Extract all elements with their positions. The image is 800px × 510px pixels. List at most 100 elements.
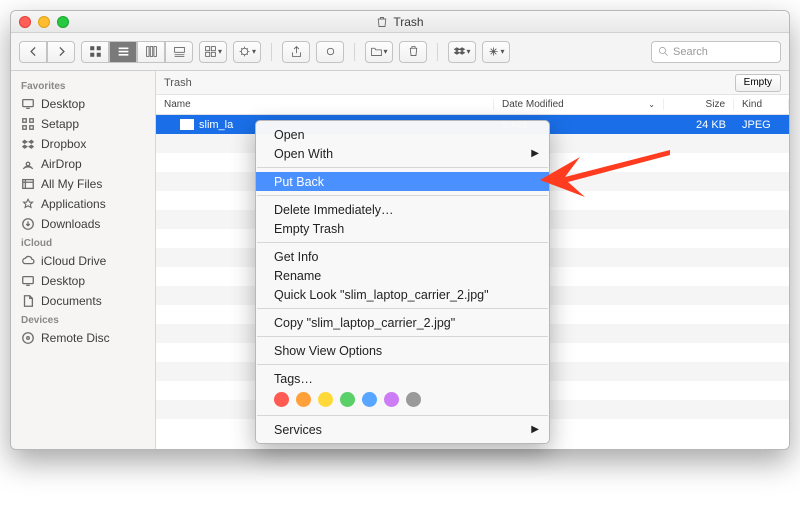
tag-color-dot[interactable] xyxy=(296,392,311,407)
sidebar-item-label: AirDrop xyxy=(41,157,82,171)
menu-item-label: Get Info xyxy=(274,250,318,264)
sidebar-item-label: Downloads xyxy=(41,217,100,231)
sidebar-item-label: Remote Disc xyxy=(41,331,110,345)
misc-toolbar-button[interactable]: ▾ xyxy=(482,41,510,63)
forward-button[interactable] xyxy=(47,41,75,63)
sidebar-item-airdrop[interactable]: AirDrop xyxy=(11,154,155,174)
file-name: slim_la xyxy=(199,119,233,131)
menu-item-delete-immediately[interactable]: Delete Immediately… xyxy=(256,200,549,219)
titlebar: Trash xyxy=(11,11,789,33)
file-kind: JPEG xyxy=(734,119,789,131)
dropbox-toolbar-button[interactable]: ▾ xyxy=(448,41,476,63)
sidebar-item-desktop[interactable]: Desktop xyxy=(11,271,155,291)
menu-item-show-view-options[interactable]: Show View Options xyxy=(256,341,549,360)
search-input[interactable]: Search xyxy=(651,41,781,63)
sidebar-item-downloads[interactable]: Downloads xyxy=(11,214,155,234)
file-size: 24 KB xyxy=(664,119,734,131)
view-group xyxy=(81,41,193,63)
tags-button[interactable] xyxy=(316,41,344,63)
sidebar-item-label: Desktop xyxy=(41,274,85,288)
sidebar-item-label: Applications xyxy=(41,197,106,211)
action-button[interactable]: ▾ xyxy=(233,41,261,63)
window-controls xyxy=(19,16,69,28)
arrange-button[interactable]: ▾ xyxy=(199,41,227,63)
sidebar-item-desktop[interactable]: Desktop xyxy=(11,94,155,114)
tag-color-dot[interactable] xyxy=(406,392,421,407)
sidebar-item-setapp[interactable]: Setapp xyxy=(11,114,155,134)
menu-tags-row xyxy=(256,388,549,411)
coverflow-view-button[interactable] xyxy=(165,41,193,63)
sidebar-item-label: Documents xyxy=(41,294,102,308)
empty-trash-button[interactable]: Empty xyxy=(735,74,781,92)
desktop-icon xyxy=(21,97,35,111)
submenu-arrow-icon: ▶ xyxy=(531,424,539,435)
menu-item-copy-slim-laptop-carrier-2-jpg[interactable]: Copy "slim_laptop_carrier_2.jpg" xyxy=(256,313,549,332)
sidebar-item-applications[interactable]: Applications xyxy=(11,194,155,214)
menu-separator xyxy=(257,364,548,365)
list-view-button[interactable] xyxy=(109,41,137,63)
sidebar-item-label: Desktop xyxy=(41,97,85,111)
menu-item-label: Delete Immediately… xyxy=(274,203,394,217)
menu-item-tags[interactable]: Tags… xyxy=(256,369,549,388)
tag-color-dot[interactable] xyxy=(384,392,399,407)
menu-separator xyxy=(257,167,548,168)
tag-color-dot[interactable] xyxy=(340,392,355,407)
menu-item-open-with[interactable]: Open With▶ xyxy=(256,144,549,163)
sidebar-item-label: All My Files xyxy=(41,177,102,191)
downloads-icon xyxy=(21,217,35,231)
nav-group xyxy=(19,41,75,63)
sidebar-item-dropbox[interactable]: Dropbox xyxy=(11,134,155,154)
share-button[interactable] xyxy=(282,41,310,63)
grid-icon xyxy=(21,117,35,131)
disc-icon xyxy=(21,331,35,345)
submenu-arrow-icon: ▶ xyxy=(531,148,539,159)
sidebar-item-all-my-files[interactable]: All My Files xyxy=(11,174,155,194)
close-window-button[interactable] xyxy=(19,16,31,28)
zoom-window-button[interactable] xyxy=(57,16,69,28)
tag-color-dot[interactable] xyxy=(274,392,289,407)
menu-item-empty-trash[interactable]: Empty Trash xyxy=(256,219,549,238)
tag-color-dot[interactable] xyxy=(318,392,333,407)
column-date[interactable]: Date Modified⌄ xyxy=(494,99,664,110)
column-kind[interactable]: Kind xyxy=(734,99,789,110)
menu-separator xyxy=(257,242,548,243)
sidebar-header: Favorites xyxy=(11,77,155,94)
annotation-arrow xyxy=(540,145,670,210)
menu-item-label: Copy "slim_laptop_carrier_2.jpg" xyxy=(274,316,455,330)
menu-item-label: Quick Look "slim_laptop_carrier_2.jpg" xyxy=(274,288,489,302)
sort-indicator-icon: ⌄ xyxy=(648,100,655,109)
new-folder-button[interactable]: ▾ xyxy=(365,41,393,63)
sidebar-item-icloud-drive[interactable]: iCloud Drive xyxy=(11,251,155,271)
menu-item-label: Show View Options xyxy=(274,344,382,358)
column-name[interactable]: Name xyxy=(156,99,494,110)
menu-separator xyxy=(257,308,548,309)
sidebar-item-documents[interactable]: Documents xyxy=(11,291,155,311)
sidebar-item-label: Setapp xyxy=(41,117,79,131)
back-button[interactable] xyxy=(19,41,47,63)
doc-icon xyxy=(21,294,35,308)
apps-icon xyxy=(21,197,35,211)
minimize-window-button[interactable] xyxy=(38,16,50,28)
tag-color-dot[interactable] xyxy=(362,392,377,407)
menu-item-label: Rename xyxy=(274,269,321,283)
location-bar: Trash Empty xyxy=(156,71,789,95)
menu-item-services[interactable]: Services▶ xyxy=(256,420,549,439)
menu-item-rename[interactable]: Rename xyxy=(256,266,549,285)
icon-view-button[interactable] xyxy=(81,41,109,63)
allfiles-icon xyxy=(21,177,35,191)
menu-item-put-back[interactable]: Put Back xyxy=(256,172,549,191)
cloud-icon xyxy=(21,254,35,268)
menu-item-get-info[interactable]: Get Info xyxy=(256,247,549,266)
location-label: Trash xyxy=(164,77,192,89)
menu-item-open[interactable]: Open xyxy=(256,125,549,144)
delete-button[interactable] xyxy=(399,41,427,63)
column-view-button[interactable] xyxy=(137,41,165,63)
search-icon xyxy=(658,46,669,57)
sidebar-item-remote-disc[interactable]: Remote Disc xyxy=(11,328,155,348)
menu-separator xyxy=(257,336,548,337)
menu-item-label: Put Back xyxy=(274,175,324,189)
menu-item-label: Empty Trash xyxy=(274,222,344,236)
sidebar-header: Devices xyxy=(11,311,155,328)
column-size[interactable]: Size xyxy=(664,99,734,110)
menu-item-quick-look-slim-laptop-carrier-2-jpg[interactable]: Quick Look "slim_laptop_carrier_2.jpg" xyxy=(256,285,549,304)
